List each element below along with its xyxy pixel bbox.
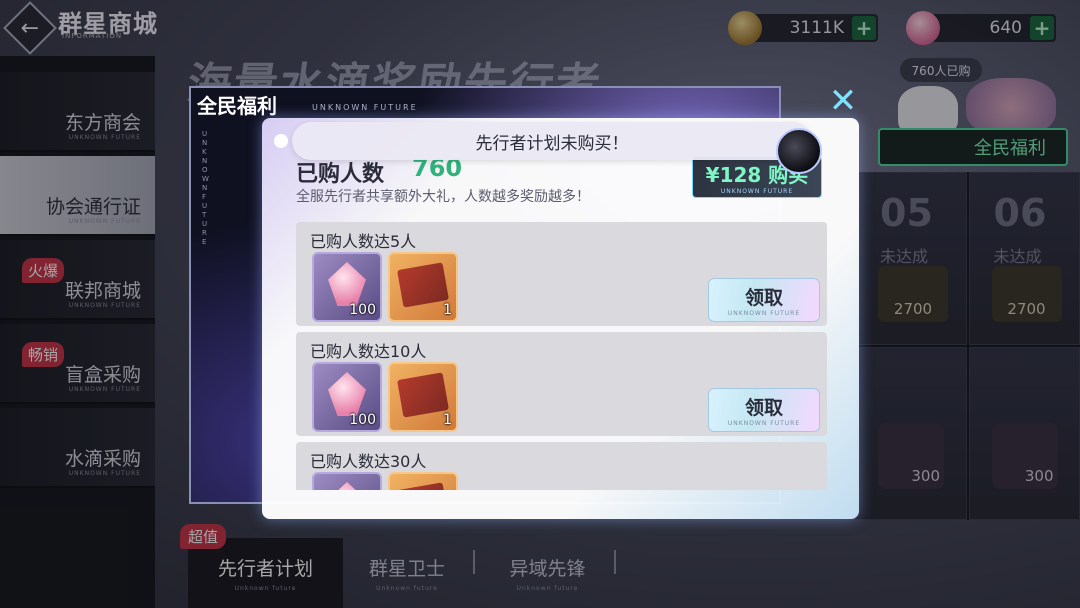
item-quantity: 100 bbox=[349, 302, 376, 318]
reward-row: 已购人数达30人 bbox=[296, 442, 827, 490]
dark-orb-icon bbox=[776, 128, 822, 174]
welfare-description: 全服先行者共享额外大礼，人数越多奖励越多！ bbox=[296, 189, 590, 205]
reward-row-label: 已购人数达10人 bbox=[310, 342, 427, 361]
welfare-panel-subtitle: UNKNOWN FUTURE bbox=[312, 103, 418, 112]
claim-button[interactable]: 领取 UNKNOWN FUTURE bbox=[708, 388, 820, 432]
reward-list[interactable]: 已购人数达5人 100 1 领取 UNKNOWN FUTURE 已购人数达10人… bbox=[296, 222, 827, 490]
claim-button-label: 领取 bbox=[744, 287, 783, 309]
claim-button[interactable]: 领取 UNKNOWN FUTURE bbox=[708, 278, 820, 322]
item-quantity: 1 bbox=[443, 302, 452, 318]
claim-button-sub: UNKNOWN FUTURE bbox=[727, 420, 801, 427]
reward-row: 已购人数达5人 100 1 领取 UNKNOWN FUTURE bbox=[296, 222, 827, 326]
buy-button-sub: UNKNOWN FUTURE bbox=[720, 188, 794, 195]
toast-dot bbox=[274, 134, 288, 148]
item-quantity: 100 bbox=[349, 412, 376, 428]
pink-gem-icon[interactable] bbox=[312, 472, 382, 490]
pink-gem-icon[interactable]: 100 bbox=[312, 362, 382, 432]
reward-row-label: 已购人数达5人 bbox=[310, 232, 417, 251]
reward-row: 已购人数达10人 100 1 领取 UNKNOWN FUTURE bbox=[296, 332, 827, 436]
claim-button-sub: UNKNOWN FUTURE bbox=[727, 310, 801, 317]
claim-button-label: 领取 bbox=[744, 397, 783, 419]
red-book-icon[interactable]: 1 bbox=[388, 362, 458, 432]
vertical-decor-text: UNKNOWN FUTURE bbox=[202, 130, 210, 246]
close-icon[interactable]: ✕ bbox=[826, 84, 860, 118]
item-quantity: 1 bbox=[443, 412, 452, 428]
reward-row-label: 已购人数达30人 bbox=[310, 452, 427, 471]
toast-message: 先行者计划未购买！ bbox=[292, 122, 812, 160]
purchased-count-label: 已购人数 bbox=[296, 162, 385, 187]
red-book-icon[interactable]: 1 bbox=[388, 252, 458, 322]
red-book-icon[interactable] bbox=[388, 472, 458, 490]
welfare-panel-title: 全民福利 bbox=[197, 94, 277, 118]
pink-gem-icon[interactable]: 100 bbox=[312, 252, 382, 322]
